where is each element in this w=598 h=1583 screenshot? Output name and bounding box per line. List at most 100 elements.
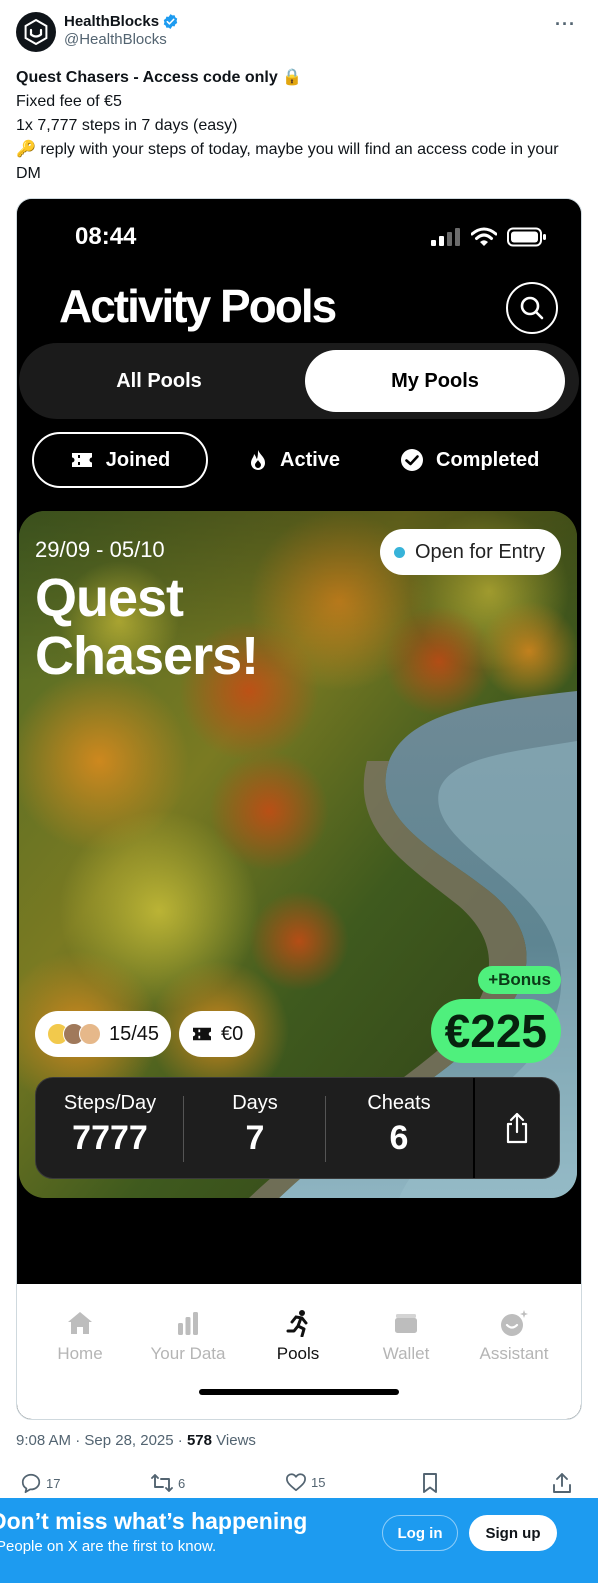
tab-label: Pools: [276, 1344, 320, 1363]
like-button[interactable]: 15: [285, 1472, 325, 1492]
healthblocks-logo-icon: [24, 19, 48, 45]
pool-stats: Steps/Day 7777 Days 7 Cheats 6: [35, 1077, 560, 1179]
tab-label: Assistant: [479, 1344, 549, 1363]
reply-count: 17: [46, 1475, 61, 1491]
filter-active[interactable]: Active: [248, 432, 340, 488]
tweet-header: HealthBlocks @HealthBlocks ···: [16, 12, 582, 56]
entry-fee-value: €0: [221, 1022, 244, 1045]
tab-assistant[interactable]: Assistant: [459, 1308, 569, 1364]
tweet-title: Quest Chasers - Access code only: [16, 69, 278, 86]
tweet-line-fee: Fixed fee of €5: [16, 93, 122, 110]
filter-active-label: Active: [280, 448, 341, 471]
views-label: Views: [216, 1432, 256, 1449]
battery-icon: [507, 227, 546, 247]
share-icon: [506, 1112, 528, 1144]
filter-joined[interactable]: Joined: [32, 432, 208, 488]
segment-all-pools[interactable]: All Pools: [29, 350, 289, 412]
author-name[interactable]: HealthBlocks: [64, 13, 159, 30]
status-dot-icon: [393, 546, 405, 558]
author-handle[interactable]: @HealthBlocks: [64, 31, 179, 48]
tweet-meta: 9:08 AM · Sep 28, 2025 · 578 Views: [16, 1432, 256, 1449]
stat-label: Steps/Day: [63, 1092, 157, 1114]
ticket-icon: [193, 1027, 211, 1041]
app-screenshot: 08:44 Activity Pools All Pools My Pools …: [17, 199, 581, 1419]
running-person-icon: [286, 1310, 308, 1337]
stat-steps-per-day: Steps/Day 7777: [36, 1078, 184, 1178]
banner-subtitle: People on X are the first to know.: [0, 1538, 217, 1555]
entry-fee-pill: €0: [179, 1011, 256, 1057]
tweet-line-steps: 1x 7,777 steps in 7 days (easy): [16, 117, 238, 134]
bonus-badge: +Bonus: [478, 966, 561, 994]
participants-pill: 15/45: [35, 1011, 172, 1057]
filter-joined-label: Joined: [105, 448, 171, 471]
key-emoji-icon: 🔑: [16, 141, 36, 158]
tweet-line-reply: reply with your steps of today, maybe yo…: [16, 141, 559, 182]
tab-pools[interactable]: Pools: [243, 1308, 353, 1364]
verified-badge-icon: [162, 13, 179, 30]
status-badge-label: Open for Entry: [414, 540, 545, 563]
page-title: Activity Pools: [59, 280, 337, 332]
segment-my-pools[interactable]: My Pools: [305, 350, 565, 412]
stat-label: Cheats: [367, 1092, 431, 1114]
participants-count: 15/45: [109, 1022, 160, 1045]
pool-name: Quest Chasers!: [35, 568, 259, 686]
stat-value: 7777: [72, 1119, 148, 1157]
tweet-text: Quest Chasers - Access code only 🔒 Fixed…: [16, 66, 582, 186]
author-avatar[interactable]: [16, 12, 56, 52]
search-button[interactable]: [506, 282, 558, 334]
author-name-row[interactable]: HealthBlocks: [64, 13, 179, 30]
banner-title: Don’t miss what’s happening: [0, 1508, 308, 1534]
filter-completed-label: Completed: [436, 448, 540, 471]
repost-icon: [151, 1474, 173, 1492]
tab-home[interactable]: Home: [25, 1308, 135, 1364]
bar-chart-icon: [178, 1312, 198, 1335]
author-info: HealthBlocks @HealthBlocks: [64, 13, 179, 48]
pool-dates: 29/09 - 05/10: [35, 537, 165, 562]
share-icon: [553, 1473, 571, 1493]
tweet-timestamp[interactable]: 9:08 AM · Sep 28, 2025 ·: [16, 1432, 183, 1449]
tab-label: Wallet: [382, 1344, 430, 1363]
status-bar-time: 08:44: [75, 223, 137, 250]
pools-segmented-control: All Pools My Pools: [19, 343, 579, 419]
ticket-icon: [71, 453, 92, 467]
heart-icon: [286, 1473, 306, 1492]
like-count: 15: [311, 1474, 326, 1490]
share-button[interactable]: [552, 1472, 572, 1494]
repost-count: 6: [178, 1475, 186, 1491]
tab-label: Your Data: [150, 1344, 226, 1363]
login-button[interactable]: Log in: [382, 1515, 458, 1551]
tab-wallet[interactable]: Wallet: [351, 1308, 461, 1364]
check-circle-icon: [401, 449, 423, 471]
wifi-icon: [471, 227, 497, 246]
tweet-media[interactable]: 08:44 Activity Pools All Pools My Pools …: [16, 198, 582, 1420]
cellular-signal-icon: [431, 228, 460, 246]
tab-label: Home: [57, 1344, 103, 1363]
stat-label: Days: [232, 1092, 278, 1114]
reply-icon: [21, 1473, 41, 1494]
tweet-actions: 17 6 15: [16, 1472, 582, 1500]
filter-completed[interactable]: Completed: [400, 432, 539, 488]
avatar: [79, 1023, 101, 1045]
reply-button[interactable]: 17: [20, 1472, 60, 1494]
wallet-icon: [395, 1314, 417, 1333]
stat-days: Days 7: [184, 1078, 326, 1178]
flame-icon: [251, 450, 265, 470]
status-badge: Open for Entry: [379, 529, 561, 575]
stat-value: 7: [245, 1119, 265, 1157]
participant-avatars: [47, 1023, 101, 1045]
tab-your-data[interactable]: Your Data: [133, 1308, 243, 1364]
share-pool-button[interactable]: [473, 1078, 559, 1178]
prize-amount: €225: [430, 999, 561, 1063]
search-icon: [520, 296, 544, 320]
repost-button[interactable]: 6: [150, 1472, 185, 1494]
bookmark-button[interactable]: [421, 1472, 439, 1494]
more-horizontal-icon[interactable]: ···: [555, 14, 576, 35]
stat-value: 6: [389, 1119, 409, 1157]
assistant-icon: [501, 1310, 528, 1336]
signup-button[interactable]: Sign up: [469, 1515, 557, 1551]
pool-filters: Joined Active Completed: [32, 432, 572, 488]
lock-emoji-icon: 🔒: [282, 69, 303, 86]
pool-card[interactable]: 29/09 - 05/10 Quest Chasers! Open for En…: [19, 511, 577, 1198]
app-tab-bar: Home Your Data Pools Wallet Assistant: [17, 1284, 581, 1419]
stat-cheats: Cheats 6: [326, 1078, 472, 1178]
